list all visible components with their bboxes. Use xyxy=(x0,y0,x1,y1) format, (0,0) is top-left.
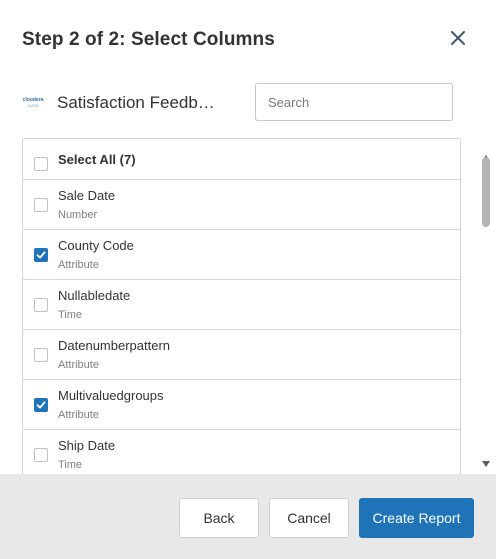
close-button[interactable] xyxy=(446,28,470,52)
column-row[interactable]: Sale Date Number xyxy=(23,180,460,230)
cloudera-logo: cloudera DATA xyxy=(22,97,44,109)
column-row[interactable]: Datenumberpattern Attribute xyxy=(23,330,460,380)
column-row[interactable]: Multivaluedgroups Attribute xyxy=(23,380,460,430)
dialog-footer: Back Cancel Create Report xyxy=(0,474,496,559)
create-report-button[interactable]: Create Report xyxy=(359,498,474,538)
column-checkbox[interactable] xyxy=(34,448,48,462)
column-name: Datenumberpattern xyxy=(58,338,171,353)
column-checkbox[interactable] xyxy=(34,198,48,212)
column-name: Ship Date xyxy=(58,438,116,453)
scroll-down-arrow-icon[interactable] xyxy=(482,461,490,467)
column-name: County Code xyxy=(58,238,134,253)
column-checkbox[interactable] xyxy=(34,248,48,262)
column-type: Attribute xyxy=(58,359,99,371)
scrollbar-thumb[interactable] xyxy=(482,157,490,227)
data-source-name: Satisfaction Feedb… xyxy=(57,93,215,112)
column-type: Number xyxy=(58,209,98,221)
back-button[interactable]: Back xyxy=(179,498,259,538)
dialog-title: Step 2 of 2: Select Columns xyxy=(22,29,275,50)
column-name: Sale Date xyxy=(58,188,116,203)
select-all-checkbox[interactable] xyxy=(34,157,48,171)
dialog-header: Step 2 of 2: Select Columns xyxy=(0,0,496,80)
close-icon xyxy=(451,30,465,50)
data-source-row: cloudera DATA Satisfaction Feedb… xyxy=(0,80,496,136)
column-list: Select All (7) Sale Date Number County Cod… xyxy=(22,138,461,479)
column-checkbox[interactable] xyxy=(34,348,48,362)
column-type: Attribute xyxy=(58,259,99,271)
column-checkbox[interactable] xyxy=(34,298,48,312)
column-type: Attribute xyxy=(58,409,99,421)
cancel-button[interactable]: Cancel xyxy=(269,498,349,538)
column-type: Time xyxy=(58,309,83,321)
column-type: Time xyxy=(58,459,83,471)
list-scrollbar[interactable] xyxy=(479,150,493,472)
select-all-label: Select All (7) xyxy=(58,152,136,167)
column-row[interactable]: County Code Attribute xyxy=(23,230,460,280)
column-name: Multivaluedgroups xyxy=(58,388,164,403)
column-row[interactable]: Ship Date Time xyxy=(23,430,460,479)
column-row[interactable]: Nullabledate Time xyxy=(23,280,460,330)
search-input[interactable] xyxy=(255,83,453,121)
select-columns-dialog: Step 2 of 2: Select Columns cloudera DAT… xyxy=(0,0,496,559)
select-all-row[interactable]: Select All (7) xyxy=(23,139,460,180)
column-name: Nullabledate xyxy=(58,288,131,303)
column-checkbox[interactable] xyxy=(34,398,48,412)
